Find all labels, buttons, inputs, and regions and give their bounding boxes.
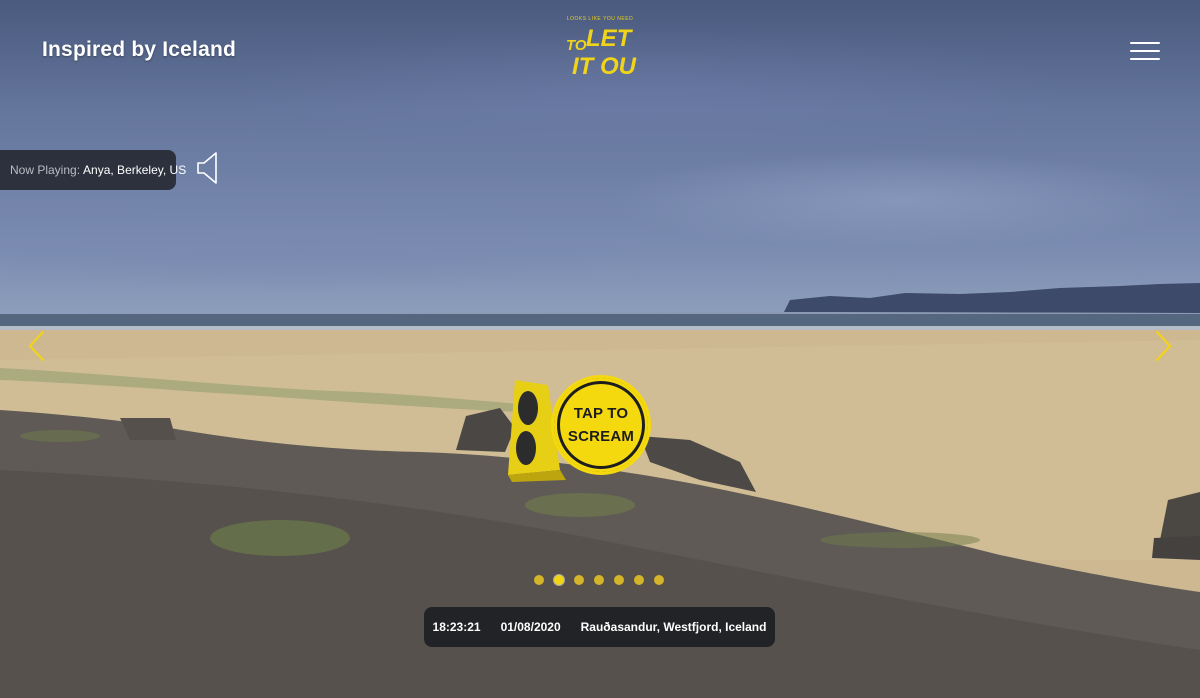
pagination-dot[interactable] [594, 575, 604, 585]
pagination-dots [534, 575, 664, 587]
now-playing-location: , Berkeley, US [110, 163, 187, 177]
hamburger-icon [1130, 42, 1160, 44]
pagination-dot[interactable] [534, 575, 544, 585]
chevron-left-icon[interactable] [27, 330, 47, 362]
now-playing-name: Anya [83, 163, 111, 177]
info-date: 01/08/2020 [500, 620, 561, 634]
pagination-dot[interactable] [634, 575, 644, 585]
now-playing-label: Now Playing: [10, 163, 81, 177]
svg-text:IT OUT: IT OUT [572, 53, 638, 78]
now-playing-panel: Now Playing: Anya , Berkeley, US [0, 150, 186, 190]
info-place: Rauðasandur, Westfjord, Iceland [580, 620, 767, 634]
info-time: 18:23:21 [432, 620, 481, 634]
scream-button-line1: TAP TO [573, 405, 629, 422]
pagination-dot[interactable] [574, 575, 584, 585]
menu-button[interactable] [1128, 38, 1162, 64]
tap-to-scream-button[interactable]: TAP TO SCREAM [551, 375, 651, 475]
chevron-right-icon[interactable] [1153, 330, 1173, 362]
logo[interactable]: LOOKS LIKE YOU NEED TO LET IT OUT [562, 12, 638, 78]
location-info-bar: 18:23:21 01/08/2020 Rauðasandur, Westfjo… [424, 607, 775, 647]
svg-text:LOOKS LIKE YOU NEED: LOOKS LIKE YOU NEED [567, 16, 633, 22]
pagination-dot[interactable] [614, 575, 624, 585]
svg-text:LET: LET [586, 25, 634, 52]
speaker-icon[interactable] [196, 151, 220, 185]
pagination-dot[interactable] [554, 575, 564, 585]
pagination-dot[interactable] [654, 575, 664, 585]
scream-button-line2: SCREAM [567, 428, 635, 445]
svg-text:TO: TO [566, 37, 587, 54]
background-scene [0, 0, 1200, 698]
brand-title[interactable]: Inspired by Iceland [42, 38, 236, 62]
